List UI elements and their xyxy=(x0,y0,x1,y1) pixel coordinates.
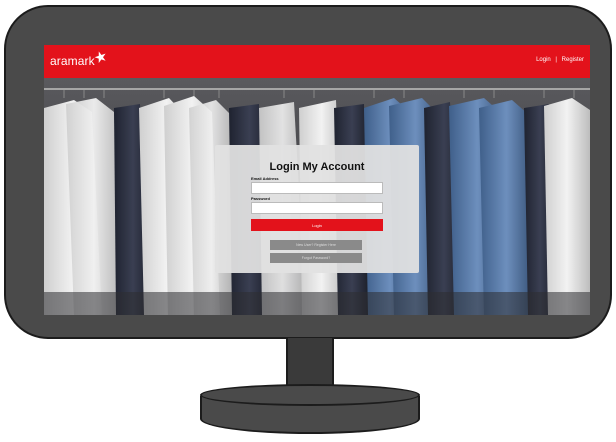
password-field[interactable] xyxy=(251,202,383,214)
register-link[interactable]: Register xyxy=(562,57,584,63)
email-field[interactable] xyxy=(251,182,383,194)
login-link[interactable]: Login xyxy=(536,57,551,63)
forgot-password-button[interactable]: Forgot Password? xyxy=(270,253,362,263)
screen: aramark ★ Login | Register Login My Acco… xyxy=(44,45,590,315)
monitor-base-top xyxy=(200,384,420,406)
email-label: Email Address xyxy=(251,176,279,181)
monitor-frame: aramark ★ Login | Register Login My Acco… xyxy=(4,5,612,339)
nav-separator: | xyxy=(555,57,557,63)
login-button[interactable]: Login xyxy=(251,219,383,231)
header-bar: aramark ★ Login | Register xyxy=(44,45,590,78)
header-nav: Login | Register xyxy=(533,57,584,63)
logo-text[interactable]: aramark xyxy=(50,54,95,68)
login-title: Login My Account xyxy=(269,161,365,173)
register-button[interactable]: New User? Register Here xyxy=(270,240,362,250)
login-panel: Login My Account Email Address Password … xyxy=(215,145,419,273)
password-label: Password xyxy=(251,196,270,201)
